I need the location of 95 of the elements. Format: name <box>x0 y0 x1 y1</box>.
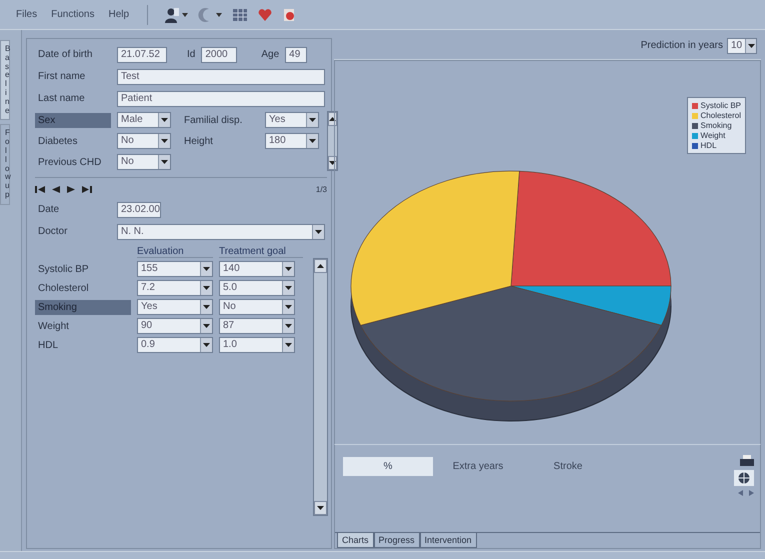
dropdown-field[interactable]: Yes <box>137 299 213 315</box>
field-label: Age <box>261 49 280 60</box>
caret-icon <box>203 267 210 271</box>
date-field[interactable]: 23.02.00 <box>117 202 161 218</box>
dropdown-field[interactable]: N. N. <box>117 224 325 240</box>
input-field[interactable]: 2000 <box>201 46 238 62</box>
field-label: Id <box>187 49 196 60</box>
view-tab[interactable]: Charts <box>337 533 374 548</box>
dropdown-field[interactable]: Male <box>117 112 171 128</box>
input-field[interactable]: 49 <box>285 46 308 62</box>
caret-icon <box>748 44 755 48</box>
dropdown-field[interactable]: 155 <box>137 261 213 277</box>
field-label: Sex <box>35 112 111 128</box>
view-tab[interactable]: Progress <box>374 533 420 548</box>
caret-icon <box>285 324 292 328</box>
dropdown-field[interactable]: 90 <box>137 318 213 334</box>
side-tab[interactable]: Followup <box>0 124 10 205</box>
field-label: Smoking <box>35 300 131 314</box>
caret-icon <box>309 118 316 122</box>
caret-icon <box>203 286 210 290</box>
caret-icon <box>161 139 168 143</box>
field-label: Last name <box>37 92 86 106</box>
column-header: Treatment goal <box>219 246 303 258</box>
input-field[interactable]: Patient <box>117 90 325 106</box>
caret-icon <box>161 118 168 122</box>
caret-icon <box>285 267 292 271</box>
field-label: Previous CHD <box>37 156 102 170</box>
printer-icon[interactable] <box>740 455 754 466</box>
field-label: Date of birth <box>37 48 94 62</box>
menu-item[interactable]: Functions <box>49 8 96 21</box>
menu-item[interactable]: Files <box>14 8 40 21</box>
caret-icon <box>161 160 168 164</box>
dropdown-field[interactable]: 1.0 <box>219 337 295 353</box>
dropdown-field[interactable]: Yes <box>265 112 319 128</box>
previous-record-icon[interactable] <box>52 186 60 192</box>
person-icon[interactable] <box>164 6 180 22</box>
up-arrow-icon[interactable] <box>317 264 324 268</box>
dropdown-field[interactable]: 140 <box>219 261 295 277</box>
side-tab[interactable]: Baseline <box>0 40 10 120</box>
result-tab[interactable]: Extra years <box>433 457 523 476</box>
dropdown-field[interactable]: 180 <box>265 133 319 149</box>
dropdown-field[interactable]: No <box>219 299 295 315</box>
legend-label: Systolic BP <box>700 101 741 110</box>
heart-icon[interactable] <box>258 8 272 22</box>
first-record-icon[interactable] <box>35 186 45 192</box>
date-field[interactable]: 21.07.52 <box>117 46 167 62</box>
caret-icon <box>285 286 292 290</box>
up-arrow-icon[interactable] <box>329 117 336 121</box>
caret-icon <box>285 305 292 309</box>
down-arrow-icon[interactable] <box>317 506 324 510</box>
input-field[interactable]: Test <box>117 68 325 84</box>
dropdown-field[interactable]: No <box>117 154 171 170</box>
grid-icon[interactable] <box>232 8 248 22</box>
field-label: Doctor <box>37 225 68 239</box>
field-label: First name <box>37 70 86 84</box>
field-label: Diabetes <box>37 134 78 148</box>
field-label: Systolic BP <box>37 262 90 276</box>
caret-icon <box>285 343 292 347</box>
field-label: Prediction in years <box>640 40 723 51</box>
dropdown-field[interactable]: 5.0 <box>219 280 295 296</box>
down-arrow-icon[interactable] <box>329 161 336 165</box>
field-label: Cholesterol <box>37 282 90 296</box>
result-tab[interactable]: Stroke <box>523 457 613 476</box>
record-counter: 1/3 <box>316 184 327 194</box>
next-record-icon[interactable] <box>67 186 75 192</box>
menu-item[interactable]: Help <box>106 8 132 21</box>
scrollbar[interactable] <box>327 111 338 171</box>
view-tab[interactable]: Intervention <box>420 533 477 548</box>
scrollbar[interactable] <box>313 258 328 516</box>
dropdown-field[interactable]: 7.2 <box>137 280 213 296</box>
dropdown-field[interactable]: 0.9 <box>137 337 213 353</box>
dropdown-field[interactable]: No <box>117 133 171 149</box>
column-header: Evaluation <box>137 246 213 258</box>
field-label: HDL <box>37 338 60 352</box>
result-tab[interactable]: % <box>343 457 433 476</box>
document-icon[interactable] <box>282 8 296 22</box>
caret-icon[interactable] <box>182 12 188 16</box>
legend-label: HDL <box>700 141 717 150</box>
legend-label: Smoking <box>700 121 732 130</box>
legend-label: Weight <box>700 131 726 140</box>
caret-icon <box>203 343 210 347</box>
field-label: Weight <box>37 320 70 334</box>
caret-icon <box>309 139 316 143</box>
field-label: Height <box>183 134 214 148</box>
caret-icon <box>203 324 210 328</box>
caret-icon <box>315 230 322 234</box>
field-label: Familial disp. <box>183 114 244 128</box>
legend-label: Cholesterol <box>700 111 741 120</box>
caret-icon[interactable] <box>216 12 222 16</box>
field-label: Date <box>37 203 60 217</box>
caret-icon <box>203 305 210 309</box>
dropdown-field[interactable]: 10 <box>727 38 757 54</box>
last-record-icon[interactable] <box>82 186 92 192</box>
dropdown-field[interactable]: 87 <box>219 318 295 334</box>
globe-icon[interactable] <box>738 472 750 484</box>
